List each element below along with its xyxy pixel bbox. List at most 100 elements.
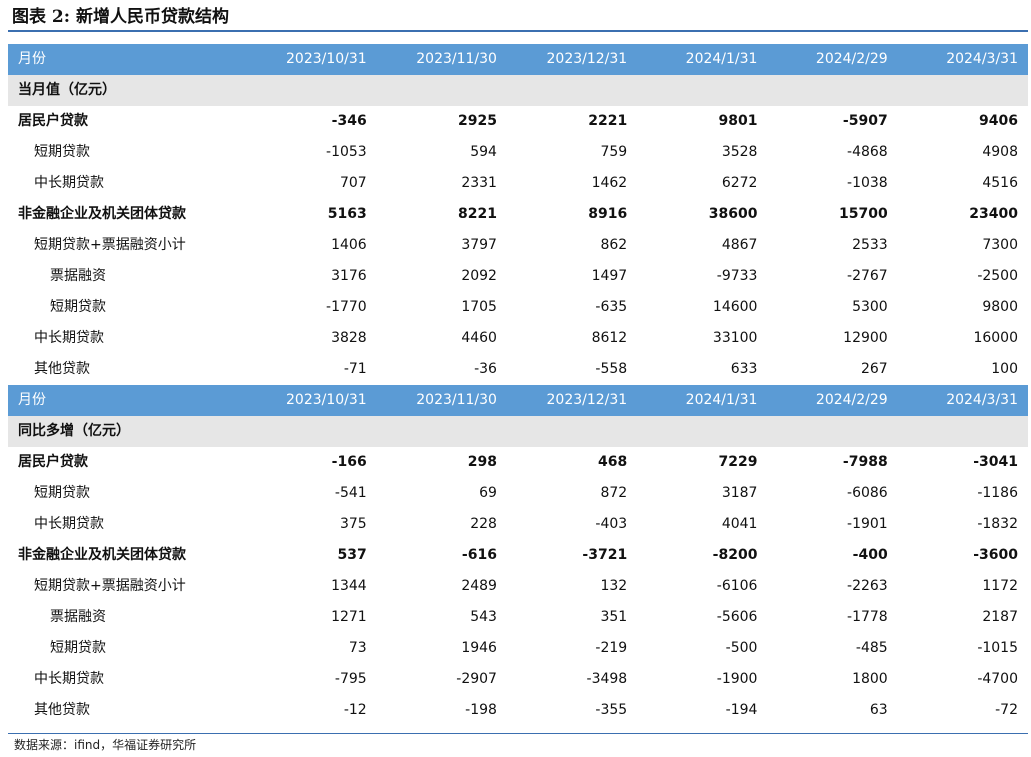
row-label: 票据融资 [50, 268, 106, 284]
cell-value: 3187 [721, 485, 758, 501]
cell-value: 1344 [331, 578, 367, 594]
cell-value: 351 [600, 609, 628, 625]
header-date: 2024/1/31 [637, 385, 768, 416]
cell-value: 759 [600, 144, 628, 160]
row-label: 短期贷款 [50, 640, 106, 656]
cell-value: -6086 [847, 485, 888, 501]
cell-value: 132 [600, 578, 628, 594]
row-label: 票据融资 [50, 609, 106, 625]
cell-value: 73 [348, 640, 367, 656]
cell-value: -166 [331, 454, 367, 470]
cell-value: 3176 [331, 268, 367, 284]
cell-value: -1901 [847, 516, 888, 532]
table-row: 短期贷款+票据融资小计 1406 3797 862 4867 2533 7300 [8, 230, 1028, 261]
cell-value: 862 [600, 237, 628, 253]
cell-value: -5606 [716, 609, 758, 625]
cell-value: 1406 [331, 237, 367, 253]
cell-value: -3600 [973, 547, 1018, 563]
cell-value: 8612 [591, 330, 628, 346]
table-row: 票据融资 3176 2092 1497 -9733 -2767 -2500 [8, 261, 1028, 292]
cell-value: -1186 [977, 485, 1018, 501]
cell-value: 4908 [982, 144, 1018, 160]
cell-value: 872 [600, 485, 628, 501]
cell-value: 15700 [838, 206, 888, 222]
header-date: 2023/12/31 [506, 385, 638, 416]
cell-value: -1038 [847, 175, 888, 191]
cell-value: -1770 [326, 299, 367, 315]
cell-value: 4041 [721, 516, 758, 532]
cell-value: 9406 [979, 113, 1018, 129]
cell-value: -219 [595, 640, 628, 656]
row-label: 中长期贷款 [34, 516, 104, 532]
cell-value: 1946 [461, 640, 497, 656]
cell-value: 1271 [331, 609, 367, 625]
cell-value: 2221 [588, 113, 628, 129]
cell-value: -558 [595, 361, 628, 377]
cell-value: 633 [730, 361, 758, 377]
table-row: 票据融资 1271 543 351 -5606 -1778 2187 [8, 602, 1028, 633]
table-row: 短期贷款 -1770 1705 -635 14600 5300 9800 [8, 292, 1028, 323]
cell-value: -36 [474, 361, 497, 377]
cell-value: 2489 [461, 578, 497, 594]
cell-value: 228 [470, 516, 497, 532]
cell-value: 69 [479, 485, 497, 501]
table-row: 短期贷款 73 1946 -219 -500 -485 -1015 [8, 633, 1028, 664]
cell-value: 2925 [457, 113, 497, 129]
header-date: 2023/10/31 [246, 385, 377, 416]
cell-value: 5163 [327, 206, 367, 222]
header-date: 2023/11/30 [376, 44, 507, 75]
cell-value: 2092 [461, 268, 497, 284]
figure-title: 图表 2: 新增人民币贷款结构 [12, 7, 229, 27]
cell-value: 298 [467, 454, 497, 470]
table-row: 居民户贷款 -346 2925 2221 9801 -5907 9406 [8, 106, 1028, 137]
row-label: 短期贷款+票据融资小计 [34, 578, 186, 594]
header-date: 2023/10/31 [246, 44, 377, 75]
cell-value: -4868 [847, 144, 888, 160]
cell-value: 707 [339, 175, 367, 191]
cell-value: -403 [595, 516, 628, 532]
cell-value: -635 [595, 299, 628, 315]
cell-value: 1497 [591, 268, 628, 284]
cell-value: 1462 [591, 175, 628, 191]
row-label: 非金融企业及机关团体贷款 [18, 206, 186, 222]
cell-value: -795 [334, 671, 367, 687]
cell-value: 543 [470, 609, 497, 625]
cell-value: 2187 [982, 609, 1018, 625]
cell-value: 4867 [721, 237, 758, 253]
cell-value: 1172 [982, 578, 1018, 594]
cell-value: -12 [343, 702, 367, 718]
table-header-row: 月份 2023/10/31 2023/11/30 2023/12/31 2024… [8, 385, 1028, 416]
cell-value: 7300 [982, 237, 1018, 253]
cell-value: -2907 [456, 671, 497, 687]
header-date: 2024/3/31 [897, 44, 1028, 75]
cell-value: -1015 [977, 640, 1018, 656]
cell-value: 537 [337, 547, 367, 563]
cell-value: -616 [461, 547, 497, 563]
source-note: 数据来源：ifind，华福证券研究所 [14, 738, 197, 752]
cell-value: -3721 [582, 547, 628, 563]
table-row: 其他贷款 -71 -36 -558 633 267 100 [8, 354, 1028, 385]
cell-value: -4700 [977, 671, 1018, 687]
cell-value: -5907 [842, 113, 888, 129]
row-label: 中长期贷款 [34, 330, 104, 346]
cell-value: 63 [869, 702, 888, 718]
cell-value: 9801 [718, 113, 758, 129]
cell-value: 468 [597, 454, 628, 470]
cell-value: -541 [334, 485, 367, 501]
row-label: 短期贷款 [34, 485, 90, 501]
cell-value: -6106 [716, 578, 758, 594]
cell-value: 1800 [852, 671, 888, 687]
cell-value: 33100 [712, 330, 758, 346]
cell-value: 6272 [721, 175, 758, 191]
table-header-row: 月份 2023/10/31 2023/11/30 2023/12/31 2024… [8, 44, 1028, 75]
cell-value: -72 [995, 702, 1018, 718]
section-label: 当月值（亿元） [8, 75, 1028, 106]
cell-value: -9733 [716, 268, 758, 284]
row-label: 短期贷款 [50, 299, 106, 315]
header-date: 2023/11/30 [376, 385, 507, 416]
header-label: 月份 [8, 44, 247, 75]
cell-value: -3498 [586, 671, 628, 687]
table-row: 中长期贷款 -795 -2907 -3498 -1900 1800 -4700 [8, 664, 1028, 695]
cell-value: 4516 [982, 175, 1018, 191]
cell-value: 375 [339, 516, 367, 532]
